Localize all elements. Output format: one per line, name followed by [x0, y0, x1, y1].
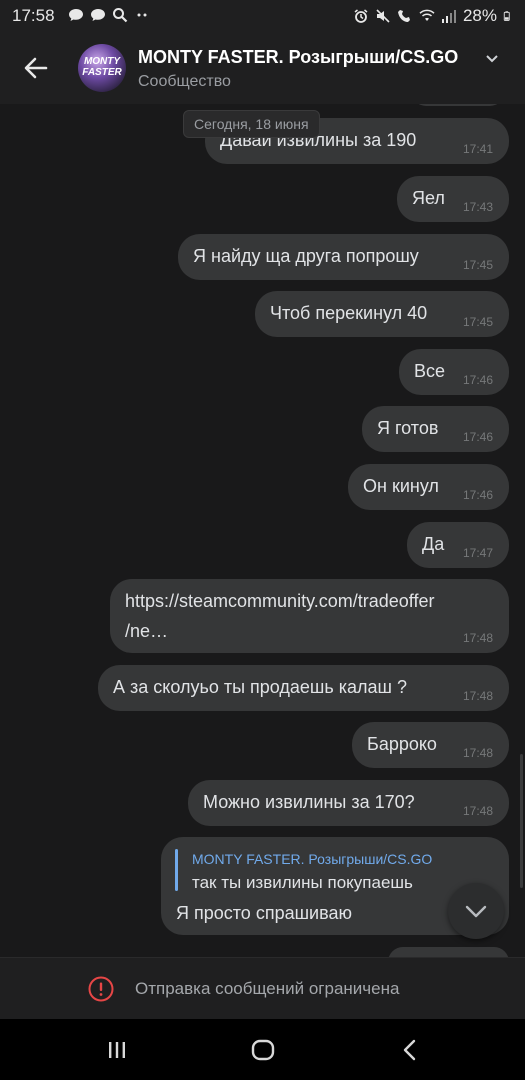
message-text: Я готов — [377, 418, 439, 438]
message-time: 17:48 — [462, 746, 493, 760]
message-text: Он кинул — [363, 476, 439, 496]
message-text: А за сколуьо ты продаешь калаш ? — [113, 677, 408, 697]
chat-bubble-icon — [69, 9, 83, 21]
wifi-call-icon — [397, 10, 410, 22]
date-separator: Сегодня, 18 июня — [183, 110, 320, 138]
search-icon — [113, 8, 128, 23]
community-avatar[interactable]: MONTY FASTER — [78, 44, 126, 92]
message-time: 17:46 — [462, 488, 493, 502]
back-arrow-icon[interactable] — [18, 50, 54, 86]
battery-percent: 28% — [462, 6, 497, 25]
message-time: 17:41 — [462, 142, 493, 156]
chat-header: MONTY FASTER MONTY FASTER. Розыгрыши/CS.… — [0, 32, 525, 104]
system-navigation-bar — [0, 1019, 525, 1080]
message-bubble[interactable]: Яел 17:43 — [397, 176, 509, 222]
message-time: 17:48 — [462, 631, 493, 645]
scrollbar[interactable] — [520, 754, 523, 888]
system-indicators: 28% — [353, 6, 513, 26]
restriction-message: Отправка сообщений ограничена — [135, 979, 400, 998]
message-bubble-partial — [388, 947, 509, 957]
chat-bubble-icon — [91, 9, 105, 21]
message-bubble[interactable]: А за сколуьо ты продаешь калаш ? 17:48 — [98, 665, 509, 711]
message-bubble[interactable]: Он кинул 17:46 — [348, 464, 509, 510]
message-bubble[interactable]: Все 17:46 — [399, 349, 509, 395]
message-link[interactable]: /ne… — [125, 621, 168, 642]
message-bubble[interactable]: Я найду ща друга попрошу 17:45 — [178, 234, 509, 280]
scroll-down-button[interactable] — [448, 883, 504, 939]
battery-icon — [503, 11, 510, 21]
wifi-icon — [419, 9, 435, 21]
message-time: 17:45 — [462, 258, 493, 272]
chat-title[interactable]: MONTY FASTER. Розыгрыши/CS.GO — [138, 47, 458, 68]
mute-icon — [376, 9, 390, 23]
message-time: 17:46 — [462, 373, 493, 387]
chevron-down-icon[interactable] — [485, 54, 499, 64]
more-dots-icon — [137, 13, 147, 17]
message-text: Да — [422, 534, 445, 554]
reply-quote-bar — [175, 849, 178, 891]
home-icon[interactable] — [249, 1036, 277, 1064]
message-time: 17:46 — [462, 430, 493, 444]
back-icon[interactable] — [396, 1036, 424, 1064]
reply-text: так ты извилины покупаешь — [192, 873, 413, 892]
message-text: Все — [414, 361, 446, 381]
message-time: 17:48 — [462, 804, 493, 818]
message-time: 17:43 — [462, 200, 493, 214]
message-bubble[interactable]: Я готов 17:46 — [362, 406, 509, 452]
alarm-icon — [354, 9, 368, 23]
message-text: Я найду ща друга попрошу — [193, 246, 419, 266]
message-time: 17:45 — [462, 315, 493, 329]
message-text: Барроко — [367, 734, 437, 754]
signal-icon — [441, 10, 456, 23]
message-time: 17:48 — [462, 689, 493, 703]
chat-subtitle: Сообщество — [138, 73, 231, 90]
message-text: Яел — [412, 188, 445, 208]
status-time: 17:58 — [12, 6, 55, 25]
warning-circle-icon — [88, 976, 114, 1002]
message-bubble-link[interactable]: https://steamcommunity.com/tradeoffer /n… — [110, 579, 509, 653]
notification-icons — [68, 7, 150, 23]
composer-restricted-bar: Отправка сообщений ограничена — [0, 957, 525, 1020]
message-bubble-partial — [412, 104, 504, 106]
avatar-logo-text: MONTY FASTER — [82, 56, 122, 78]
message-link[interactable]: https://steamcommunity.com/tradeoffer — [125, 591, 434, 612]
message-bubble[interactable]: Чтоб перекинул 40 17:45 — [255, 291, 509, 337]
message-list[interactable]: Давай извилины за 190 17:41 Сегодня, 18 … — [0, 104, 525, 957]
message-time: 17:47 — [462, 546, 493, 560]
reply-author[interactable]: MONTY FASTER. Розыгрыши/CS.GO — [192, 851, 432, 867]
message-text: Можно извилины за 170? — [203, 792, 415, 812]
message-text: Я просто спрашиваю — [176, 903, 352, 923]
message-bubble[interactable]: Можно извилины за 170? 17:48 — [188, 780, 509, 826]
chevron-down-icon — [465, 905, 487, 918]
message-bubble[interactable]: Да 17:47 — [407, 522, 509, 568]
recent-apps-icon[interactable] — [103, 1036, 131, 1064]
status-bar: 17:58 28% — [0, 0, 525, 32]
message-text: Чтоб перекинул 40 — [270, 303, 428, 323]
message-bubble[interactable]: Барроко 17:48 — [352, 722, 509, 768]
